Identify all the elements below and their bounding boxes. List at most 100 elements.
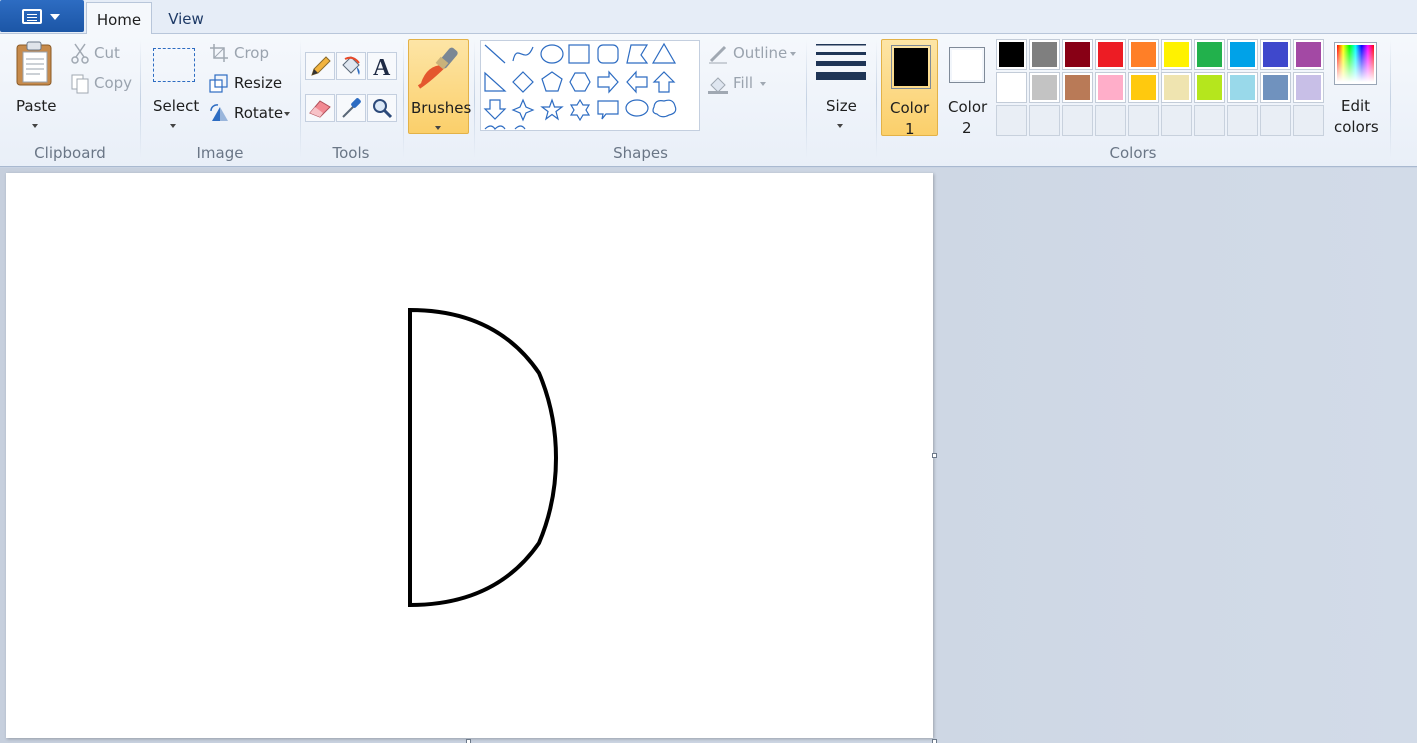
pencil-tool[interactable] bbox=[305, 52, 335, 80]
svg-text:A: A bbox=[373, 55, 391, 79]
outline-icon bbox=[709, 45, 727, 64]
palette-color-swatch[interactable] bbox=[1161, 39, 1192, 70]
diamond-shape-icon bbox=[512, 71, 534, 93]
select-label: Select bbox=[153, 97, 200, 115]
color2-swatch bbox=[949, 47, 985, 83]
divider bbox=[1390, 40, 1391, 158]
palette-custom-slot[interactable] bbox=[1293, 105, 1324, 136]
palette-custom-slot[interactable] bbox=[1062, 105, 1093, 136]
resize-label: Resize bbox=[234, 74, 283, 92]
copy-label: Copy bbox=[94, 74, 133, 92]
crop-button[interactable]: Crop bbox=[206, 42, 276, 66]
fill-button[interactable]: Fill bbox=[705, 72, 775, 96]
magnifier-icon bbox=[373, 99, 393, 119]
palette-custom-slot[interactable] bbox=[1260, 105, 1291, 136]
text-tool[interactable]: A bbox=[367, 52, 397, 81]
palette-custom-slot[interactable] bbox=[1194, 105, 1225, 136]
swatch-fill bbox=[1032, 42, 1057, 67]
color1-swatch bbox=[891, 45, 931, 89]
palette-color-swatch[interactable] bbox=[1095, 72, 1126, 103]
size-button[interactable]: Size bbox=[812, 38, 870, 134]
rounded-callout-shape-icon bbox=[597, 100, 619, 120]
select-button[interactable]: Select bbox=[148, 38, 200, 134]
outline-button[interactable]: Outline bbox=[705, 42, 801, 66]
fill-tool[interactable] bbox=[336, 52, 366, 80]
swatch-fill bbox=[999, 42, 1024, 67]
canvas-resize-handle-bottom[interactable] bbox=[466, 739, 471, 743]
color1-label-line2: 1 bbox=[905, 120, 915, 138]
swatch-fill bbox=[1164, 42, 1189, 67]
palette-custom-slot[interactable] bbox=[1227, 105, 1258, 136]
paste-button[interactable]: Paste bbox=[8, 38, 62, 134]
palette-custom-slot[interactable] bbox=[996, 105, 1027, 136]
palette-color-swatch[interactable] bbox=[1128, 39, 1159, 70]
palette-custom-slot[interactable] bbox=[1128, 105, 1159, 136]
color-spectrum-icon bbox=[1334, 42, 1377, 85]
palette-color-swatch[interactable] bbox=[1062, 72, 1093, 103]
swatch-fill bbox=[1263, 42, 1288, 67]
paint-menu-button[interactable] bbox=[0, 0, 84, 32]
fill-icon bbox=[708, 77, 728, 94]
divider bbox=[474, 40, 475, 158]
palette-color-swatch[interactable] bbox=[1029, 39, 1060, 70]
color1-button[interactable]: Color 1 bbox=[881, 39, 938, 138]
palette-custom-slot[interactable] bbox=[1095, 105, 1126, 136]
clipboard-group-label: Clipboard bbox=[34, 144, 106, 162]
drawing-canvas[interactable] bbox=[6, 173, 933, 738]
palette-color-swatch[interactable] bbox=[1029, 72, 1060, 103]
palette-color-swatch[interactable] bbox=[1293, 72, 1324, 103]
palette-color-swatch[interactable] bbox=[1227, 72, 1258, 103]
rotate-button[interactable]: Rotate bbox=[206, 102, 294, 126]
palette-color-swatch[interactable] bbox=[996, 39, 1027, 70]
swatch-fill bbox=[1131, 75, 1156, 100]
palette-color-swatch[interactable] bbox=[1194, 39, 1225, 70]
text-icon: A bbox=[373, 55, 391, 81]
outline-label: Outline bbox=[733, 44, 788, 62]
cut-button[interactable]: Cut bbox=[68, 42, 130, 66]
palette-color-swatch[interactable] bbox=[1128, 72, 1159, 103]
canvas-resize-handle-corner[interactable] bbox=[932, 739, 937, 743]
tab-view[interactable]: View bbox=[155, 2, 217, 35]
palette-color-swatch[interactable] bbox=[1293, 39, 1324, 70]
color-picker-tool[interactable] bbox=[336, 94, 366, 122]
chevron-down-icon bbox=[32, 124, 38, 128]
palette-color-swatch[interactable] bbox=[1260, 72, 1291, 103]
chevron-down-icon bbox=[170, 124, 176, 128]
divider bbox=[876, 40, 877, 158]
oval-callout-shape-icon bbox=[625, 99, 649, 117]
magnifier-tool[interactable] bbox=[367, 94, 397, 122]
palette-color-swatch[interactable] bbox=[1062, 39, 1093, 70]
palette-color-swatch[interactable] bbox=[996, 72, 1027, 103]
divider bbox=[140, 40, 141, 158]
palette-custom-slot[interactable] bbox=[1029, 105, 1060, 136]
shapes-grid bbox=[483, 42, 677, 130]
menu-icon bbox=[22, 9, 42, 24]
palette-color-swatch[interactable] bbox=[1260, 39, 1291, 70]
color1-label-line1: Color bbox=[890, 99, 930, 117]
edit-colors-button[interactable]: Edit colors bbox=[1330, 38, 1382, 138]
resize-button[interactable]: Resize bbox=[206, 72, 282, 96]
palette-custom-slot[interactable] bbox=[1161, 105, 1192, 136]
tab-home[interactable]: Home bbox=[86, 2, 152, 35]
palette-color-swatch[interactable] bbox=[1227, 39, 1258, 70]
curve-shape-icon bbox=[512, 46, 534, 62]
scissors-icon bbox=[71, 43, 89, 64]
copy-button[interactable]: Copy bbox=[68, 72, 134, 96]
palette-color-swatch[interactable] bbox=[1095, 39, 1126, 70]
palette-color-swatch[interactable] bbox=[1194, 72, 1225, 103]
swatch-fill bbox=[1098, 42, 1123, 67]
heart-shape-icon bbox=[484, 125, 506, 130]
colors-group-label: Colors bbox=[1109, 144, 1157, 162]
oval-shape-icon bbox=[540, 44, 564, 64]
color2-button[interactable]: Color 2 bbox=[943, 39, 993, 137]
four-point-star-shape-icon bbox=[511, 98, 535, 122]
image-group-label: Image bbox=[196, 144, 244, 162]
brushes-button[interactable]: Brushes bbox=[408, 39, 471, 134]
palette-color-swatch[interactable] bbox=[1161, 72, 1192, 103]
canvas-resize-handle-right[interactable] bbox=[932, 453, 937, 458]
eraser-tool[interactable] bbox=[305, 94, 335, 122]
left-arrow-shape-icon bbox=[626, 70, 648, 94]
swatch-fill bbox=[1065, 42, 1090, 67]
polygon-shape-icon bbox=[626, 44, 649, 64]
half-circle-shape bbox=[408, 307, 559, 608]
